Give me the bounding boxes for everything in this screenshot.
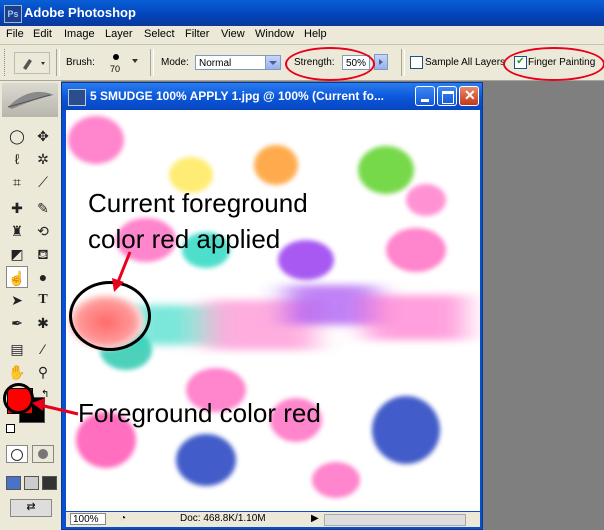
- annotation-foreground-color: Foreground color red: [78, 398, 321, 428]
- arrowhead-icon: [32, 398, 45, 411]
- annotation-arrows: [32, 251, 132, 416]
- arrow-to-red-blob: [116, 251, 132, 283]
- arrowhead-icon: [112, 278, 124, 292]
- arrow-to-foreground-swatch: [39, 403, 79, 416]
